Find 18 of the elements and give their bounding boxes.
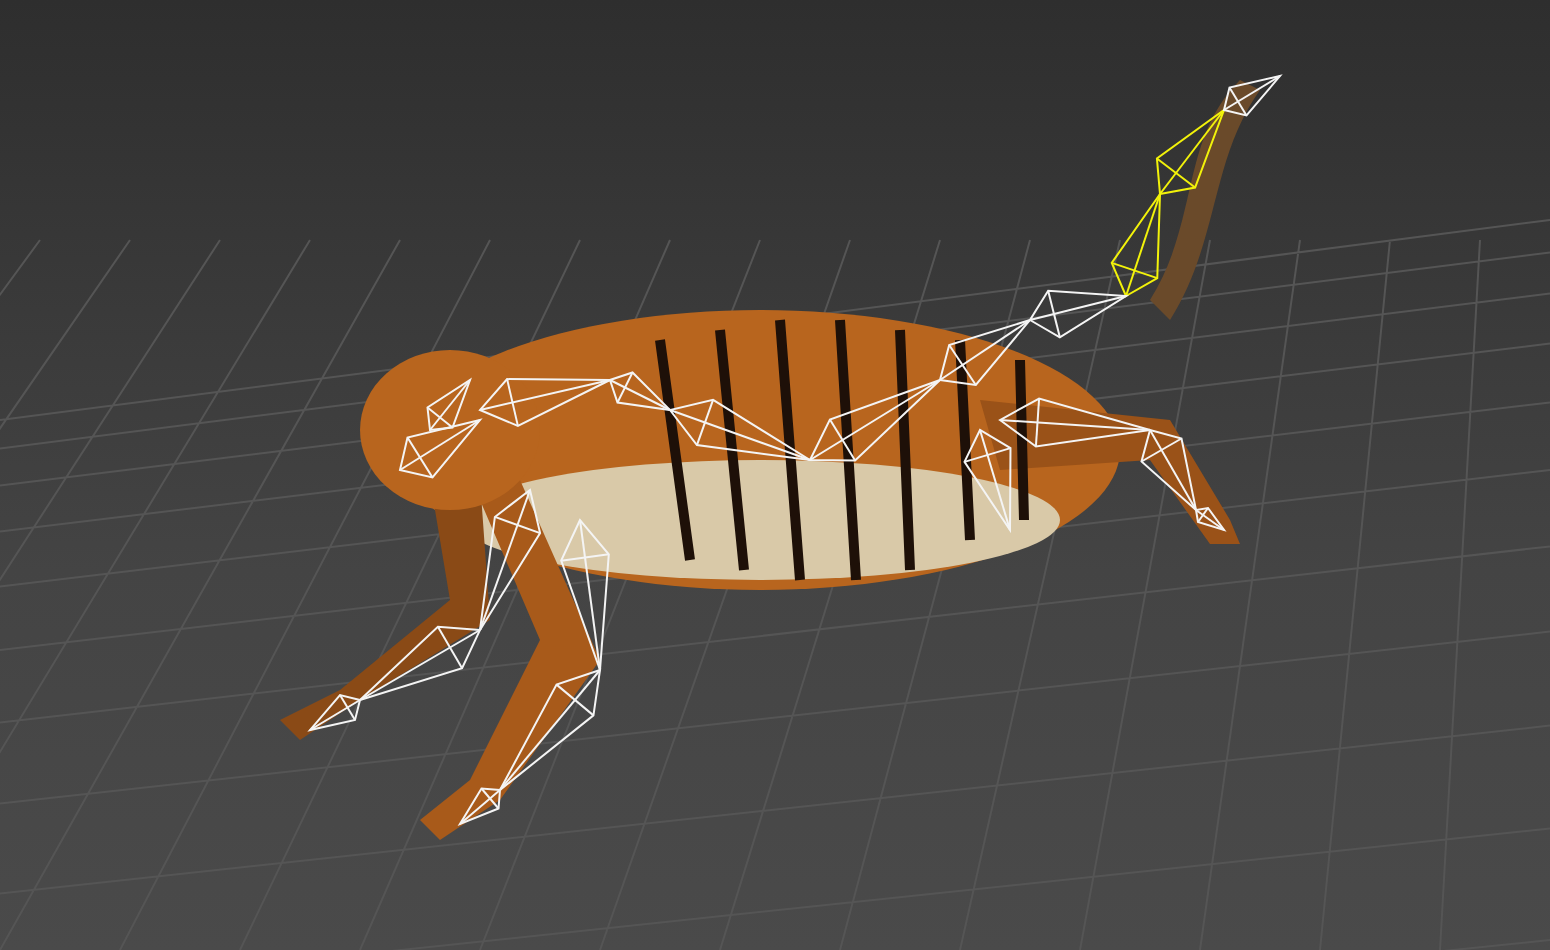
- bone-drawing[interactable]: [307, 693, 362, 732]
- bone-drawing[interactable]: [963, 428, 1012, 534]
- bone-drawing[interactable]: [560, 518, 610, 671]
- bone-drawing[interactable]: [479, 488, 542, 631]
- bone-drawing[interactable]: [1140, 428, 1198, 513]
- bone-drawing[interactable]: [359, 625, 482, 701]
- bone-drawing[interactable]: [938, 318, 1033, 387]
- bone-drawing[interactable]: [1155, 107, 1227, 196]
- bone-drawing[interactable]: [998, 397, 1151, 448]
- bone-drawing[interactable]: [608, 371, 673, 412]
- bone-drawing[interactable]: [457, 787, 502, 827]
- bone-drawing[interactable]: [1028, 289, 1130, 339]
- bone-drawing[interactable]: [1194, 506, 1227, 532]
- bone-drawing[interactable]: [499, 668, 602, 791]
- bone-drawing[interactable]: [808, 379, 941, 462]
- bone-drawing[interactable]: [1222, 74, 1283, 117]
- bone-drawing[interactable]: [668, 398, 811, 461]
- bone-drawing[interactable]: [1110, 190, 1162, 298]
